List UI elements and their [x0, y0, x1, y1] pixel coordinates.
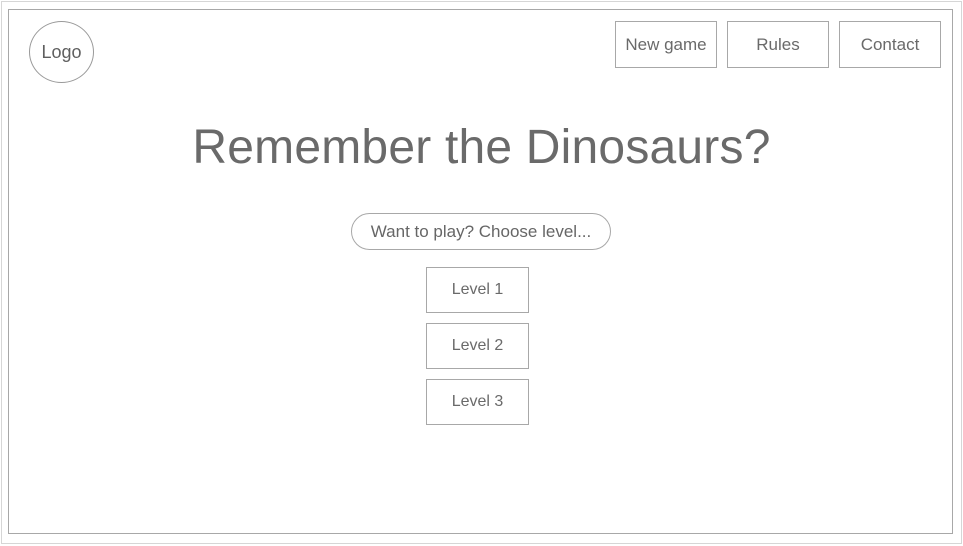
- contact-button[interactable]: Contact: [839, 21, 941, 68]
- rules-label: Rules: [756, 34, 800, 54]
- level-1-button[interactable]: Level 1: [426, 267, 529, 313]
- new-game-button[interactable]: New game: [615, 21, 717, 68]
- page-title: Remember the Dinosaurs?: [192, 121, 771, 174]
- level-2-button[interactable]: Level 2: [426, 323, 529, 369]
- rules-button[interactable]: Rules: [727, 21, 829, 68]
- logo[interactable]: Logo: [29, 21, 94, 83]
- contact-label: Contact: [860, 34, 920, 54]
- logo-label: Logo: [41, 41, 82, 62]
- choose-level-prompt: Want to play? Choose level...: [351, 213, 611, 250]
- level-2-label: Level 2: [451, 337, 504, 354]
- new-game-label: New game: [625, 34, 707, 54]
- level-3-button[interactable]: Level 3: [426, 379, 529, 425]
- choose-level-text: Want to play? Choose level...: [370, 221, 592, 241]
- level-3-label: Level 3: [451, 393, 504, 410]
- level-1-label: Level 1: [451, 281, 504, 298]
